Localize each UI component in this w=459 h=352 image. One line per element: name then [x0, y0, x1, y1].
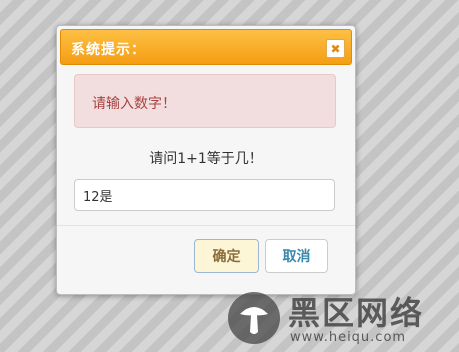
prompt-dialog: 系统提示： ✖ 请输入数字！ 请问1+1等于几！ 确定 取消 — [56, 25, 356, 295]
close-icon[interactable]: ✖ — [326, 39, 345, 58]
question-text: 请问1+1等于几！ — [149, 151, 263, 167]
watermark-url: www.heiqu.com — [290, 330, 407, 345]
ok-button[interactable]: 确定 — [194, 239, 259, 273]
watermark-brand: 黑区网络 — [288, 294, 425, 332]
mushroom-logo-icon — [228, 292, 280, 344]
watermark: 黑区网络 www.heiqu.com — [220, 288, 459, 352]
footer-divider — [57, 225, 355, 226]
error-alert: 请输入数字！ — [74, 74, 336, 128]
dialog-header: 系统提示： ✖ — [60, 29, 352, 65]
cancel-button[interactable]: 取消 — [265, 239, 328, 273]
answer-input[interactable] — [74, 179, 335, 211]
dialog-title: 系统提示： — [71, 42, 146, 58]
alert-message: 请输入数字！ — [92, 96, 176, 112]
